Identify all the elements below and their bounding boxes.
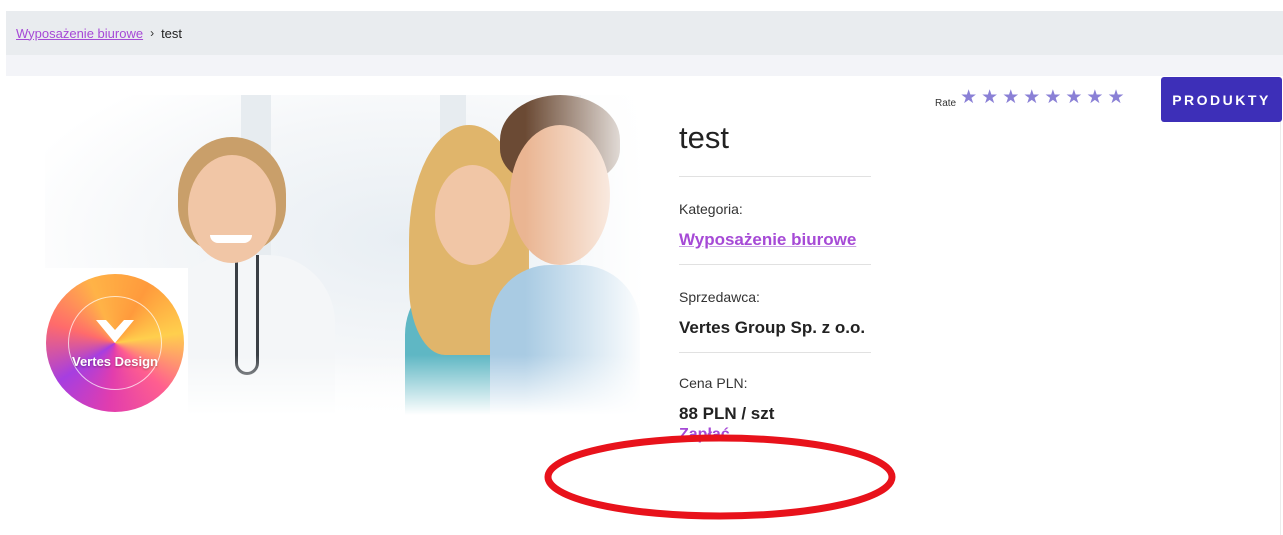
star-icon[interactable]: ★ <box>981 87 998 108</box>
star-icon[interactable]: ★ <box>1002 87 1019 108</box>
star-icon[interactable]: ★ <box>1044 87 1061 108</box>
product-info: test Kategoria: Wyposażenie biurowe Sprz… <box>679 110 874 444</box>
divider <box>679 176 871 177</box>
star-icon[interactable]: ★ <box>1023 87 1040 108</box>
star-icon[interactable]: ★ <box>1107 87 1124 108</box>
divider <box>679 352 871 353</box>
vendor-logo-text: Vertes Design <box>72 354 158 369</box>
rating-label: Rate <box>935 98 957 109</box>
breadcrumb-current: test <box>161 25 183 41</box>
breadcrumb-separator: › <box>150 26 155 40</box>
rating-stars: ★ ★ ★ ★ ★ ★ ★ ★ <box>960 86 1128 109</box>
vendor-logo: Vertes Design <box>42 268 188 414</box>
breadcrumb-subbar <box>6 55 1283 76</box>
divider <box>679 264 871 265</box>
category-label: Kategoria: <box>679 201 743 217</box>
breadcrumb: Wyposażenie biurowe › test <box>6 11 1283 55</box>
seller-value: Vertes Group Sp. z o.o. <box>679 318 866 337</box>
breadcrumb-category-link[interactable]: Wyposażenie biurowe <box>16 26 143 41</box>
vendor-logo-circle: Vertes Design <box>46 274 184 412</box>
produkty-button[interactable]: PRODUKTY <box>1161 77 1282 122</box>
seller-label: Sprzedawca: <box>679 289 760 305</box>
star-icon[interactable]: ★ <box>1086 87 1103 108</box>
product-title: test <box>679 120 729 155</box>
star-icon[interactable]: ★ <box>1065 87 1082 108</box>
star-icon[interactable]: ★ <box>960 87 977 108</box>
pay-link[interactable]: Zapłać <box>679 426 730 443</box>
rating: Rate ★ ★ ★ ★ ★ ★ ★ ★ <box>935 86 1129 109</box>
category-link[interactable]: Wyposażenie biurowe <box>679 230 856 249</box>
annotation-ellipse <box>544 434 896 520</box>
price-label: Cena PLN: <box>679 375 748 391</box>
vendor-logo-mark-icon <box>96 320 134 343</box>
content-border <box>1280 122 1281 535</box>
price-value: 88 PLN / szt <box>679 404 775 423</box>
